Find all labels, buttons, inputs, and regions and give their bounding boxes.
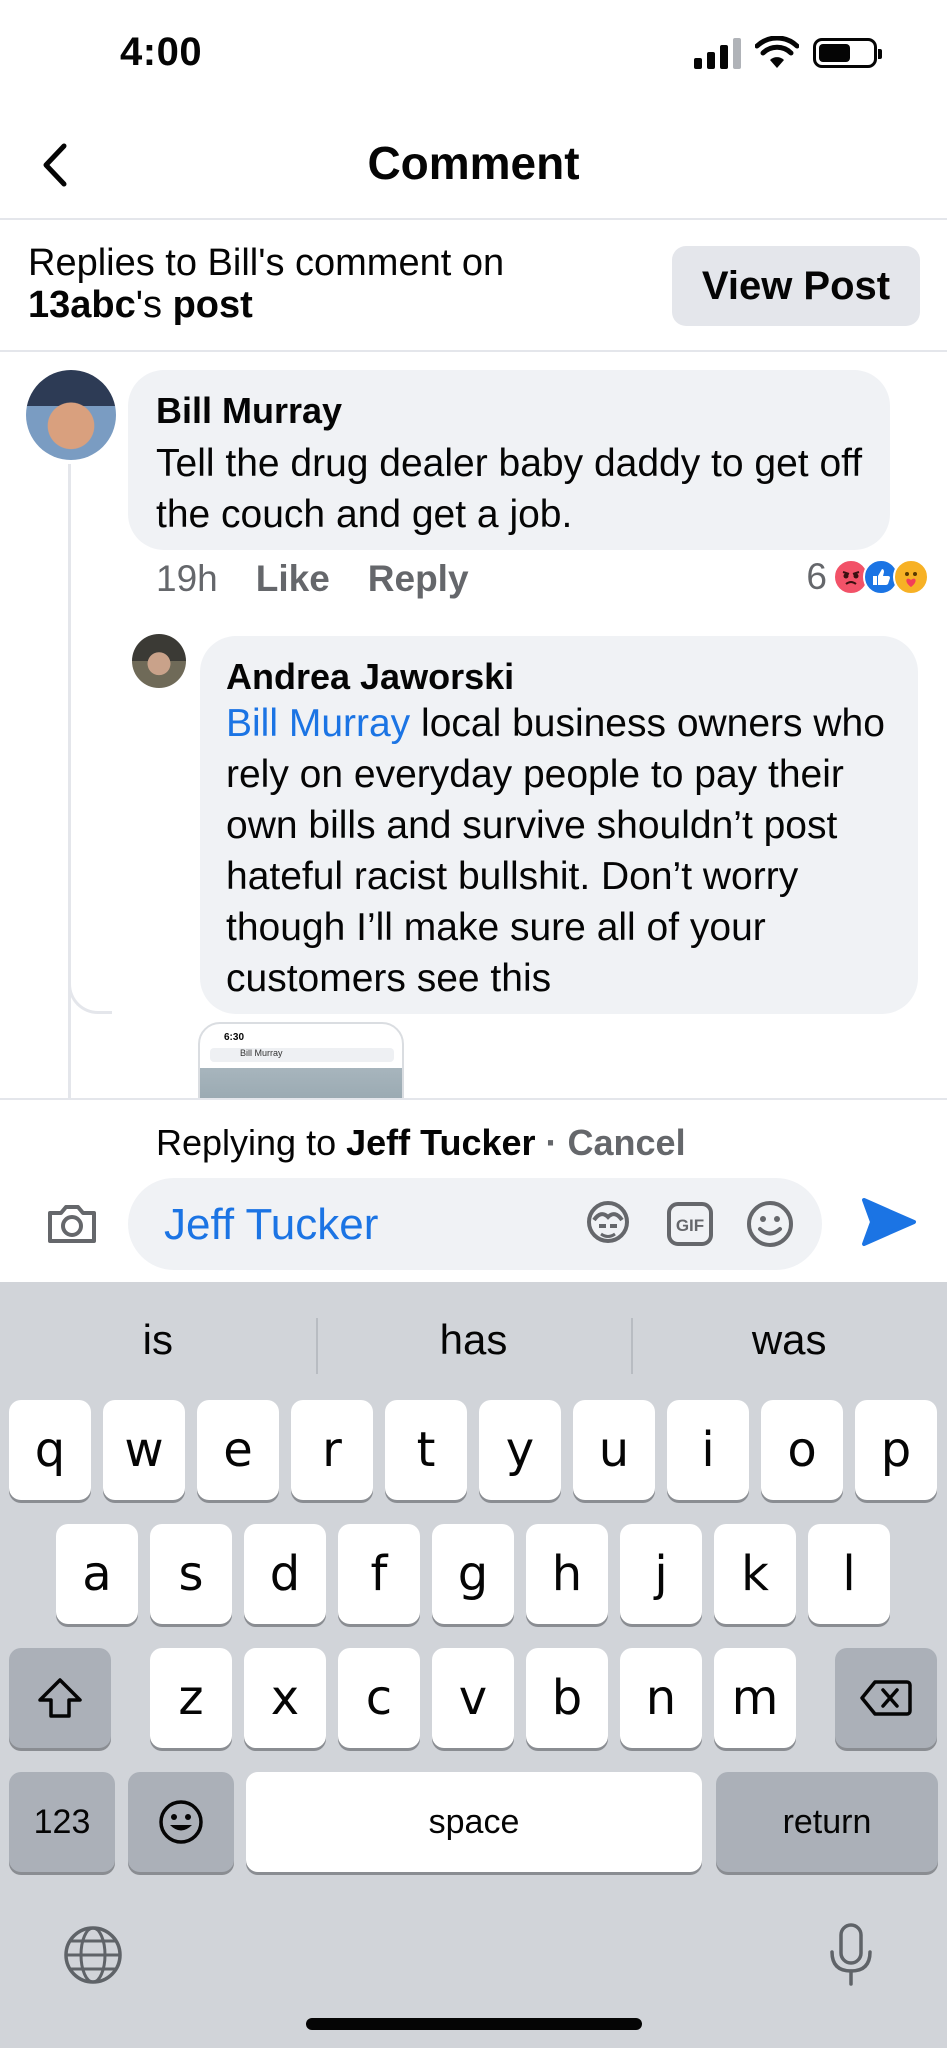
key-l[interactable]: l [808,1524,890,1624]
emoji-keyboard-icon [159,1800,203,1844]
replies-context-bar: Replies to Bill's comment on 13abc's pos… [0,222,947,352]
status-time: 4:00 [120,30,203,74]
screenshot-attachment[interactable]: 6:30 Bill Murray [198,1022,404,1098]
status-bar: 4:00 [0,0,947,110]
thread-connector [68,914,112,1014]
reply-author[interactable]: Andrea Jaworski [226,656,514,698]
backspace-icon [860,1680,912,1716]
reaction-count: 6 [806,556,827,597]
context-prefix: Replies to Bill's comment on [28,242,505,284]
emoji-key[interactable] [128,1772,234,1872]
battery-icon [813,38,882,68]
camera-button[interactable] [44,1196,100,1252]
key-e[interactable]: e [197,1400,279,1500]
key-y[interactable]: y [479,1400,561,1500]
microphone-icon[interactable] [826,1922,876,1988]
reply-body: local business owners who rely on everyd… [226,702,885,1000]
key-r[interactable]: r [291,1400,373,1500]
comment-actions: 19h Like Reply [156,558,469,600]
return-key[interactable]: return [716,1772,938,1872]
context-post-link[interactable]: post [173,284,253,326]
cellular-signal-icon [694,37,741,69]
key-f[interactable]: f [338,1524,420,1624]
key-d[interactable]: d [244,1524,326,1624]
replying-to-bar: Replying to Jeff Tucker · Cancel [156,1122,686,1164]
comment-text: Tell the drug dealer baby daddy to get o… [156,442,863,536]
key-a[interactable]: a [56,1524,138,1624]
status-icons [694,36,882,70]
key-c[interactable]: c [338,1648,420,1748]
key-n[interactable]: n [620,1648,702,1748]
attachment-time: 6:30 [224,1032,245,1043]
replying-name: Jeff Tucker [346,1122,536,1163]
key-g[interactable]: g [432,1524,514,1624]
delete-key[interactable] [835,1648,937,1748]
reply-composer: Replying to Jeff Tucker · Cancel Jeff Tu… [0,1098,947,1282]
home-indicator [306,2018,642,2030]
avatar-sticker-icon[interactable] [582,1198,634,1250]
key-h[interactable]: h [526,1524,608,1624]
key-z[interactable]: z [150,1648,232,1748]
svg-text:GIF: GIF [676,1216,704,1235]
cancel-reply-button[interactable]: Cancel [568,1122,686,1163]
keyboard: is has was q w e r t y u i o p a s d f g… [0,1282,947,2048]
emoji-icon[interactable] [744,1198,796,1250]
replying-separator: · [535,1122,568,1163]
key-x[interactable]: x [244,1648,326,1748]
space-key[interactable]: space [246,1772,702,1872]
reactions-summary[interactable]: 6 [806,556,929,598]
prediction-2[interactable]: has [315,1282,632,1398]
reply-button[interactable]: Reply [368,558,469,600]
key-q[interactable]: q [9,1400,91,1500]
predictive-text-bar: is has was [0,1282,947,1398]
shift-key[interactable] [9,1648,111,1748]
comment-author[interactable]: Bill Murray [156,390,342,432]
key-s[interactable]: s [150,1524,232,1624]
care-react-icon [893,559,929,595]
thread-line [68,464,71,1098]
shift-icon [38,1678,82,1718]
mention-link[interactable]: Bill Murray [226,702,410,745]
attachment-image [200,1068,402,1098]
key-v[interactable]: v [432,1648,514,1748]
page-title: Comment [367,137,580,189]
comment-input-value[interactable]: Jeff Tucker [164,1200,378,1250]
replying-prefix: Replying to [156,1122,347,1163]
key-j[interactable]: j [620,1524,702,1624]
key-u[interactable]: u [573,1400,655,1500]
key-k[interactable]: k [714,1524,796,1624]
avatar[interactable] [132,634,186,688]
gif-icon[interactable]: GIF [664,1198,716,1250]
camera-icon [48,1205,96,1243]
comment-bubble[interactable]: Bill Murray Tell the drug dealer baby da… [128,370,890,550]
replies-context-text: Replies to Bill's comment on 13abc's pos… [28,242,504,326]
key-m[interactable]: m [714,1648,796,1748]
key-p[interactable]: p [855,1400,937,1500]
key-w[interactable]: w [103,1400,185,1500]
globe-icon[interactable] [62,1924,124,1986]
key-b[interactable]: b [526,1648,608,1748]
wifi-icon [755,36,799,68]
attachment-search-text: Bill Murray [210,1048,394,1062]
context-page-name[interactable]: 13abc [28,284,136,326]
key-t[interactable]: t [385,1400,467,1500]
comment-time: 19h [156,558,218,599]
avatar[interactable] [26,370,116,460]
comment-input[interactable]: Jeff Tucker GIF [128,1178,822,1270]
like-button[interactable]: Like [256,558,330,600]
key-i[interactable]: i [667,1400,749,1500]
prediction-1[interactable]: is [0,1282,316,1398]
reply-text: Bill Murray local business owners who re… [226,698,906,1004]
prediction-3[interactable]: was [631,1282,947,1398]
numbers-key[interactable]: 123 [9,1772,115,1872]
send-button[interactable] [858,1192,918,1252]
reply-bubble[interactable]: Andrea Jaworski Bill Murray local busine… [200,636,918,1014]
comment-thread[interactable]: Bill Murray Tell the drug dealer baby da… [0,354,947,1098]
send-icon [862,1198,916,1246]
key-o[interactable]: o [761,1400,843,1500]
view-post-button[interactable]: View Post [672,246,920,326]
header: Comment [0,110,947,220]
context-possessive: 's [135,284,173,326]
